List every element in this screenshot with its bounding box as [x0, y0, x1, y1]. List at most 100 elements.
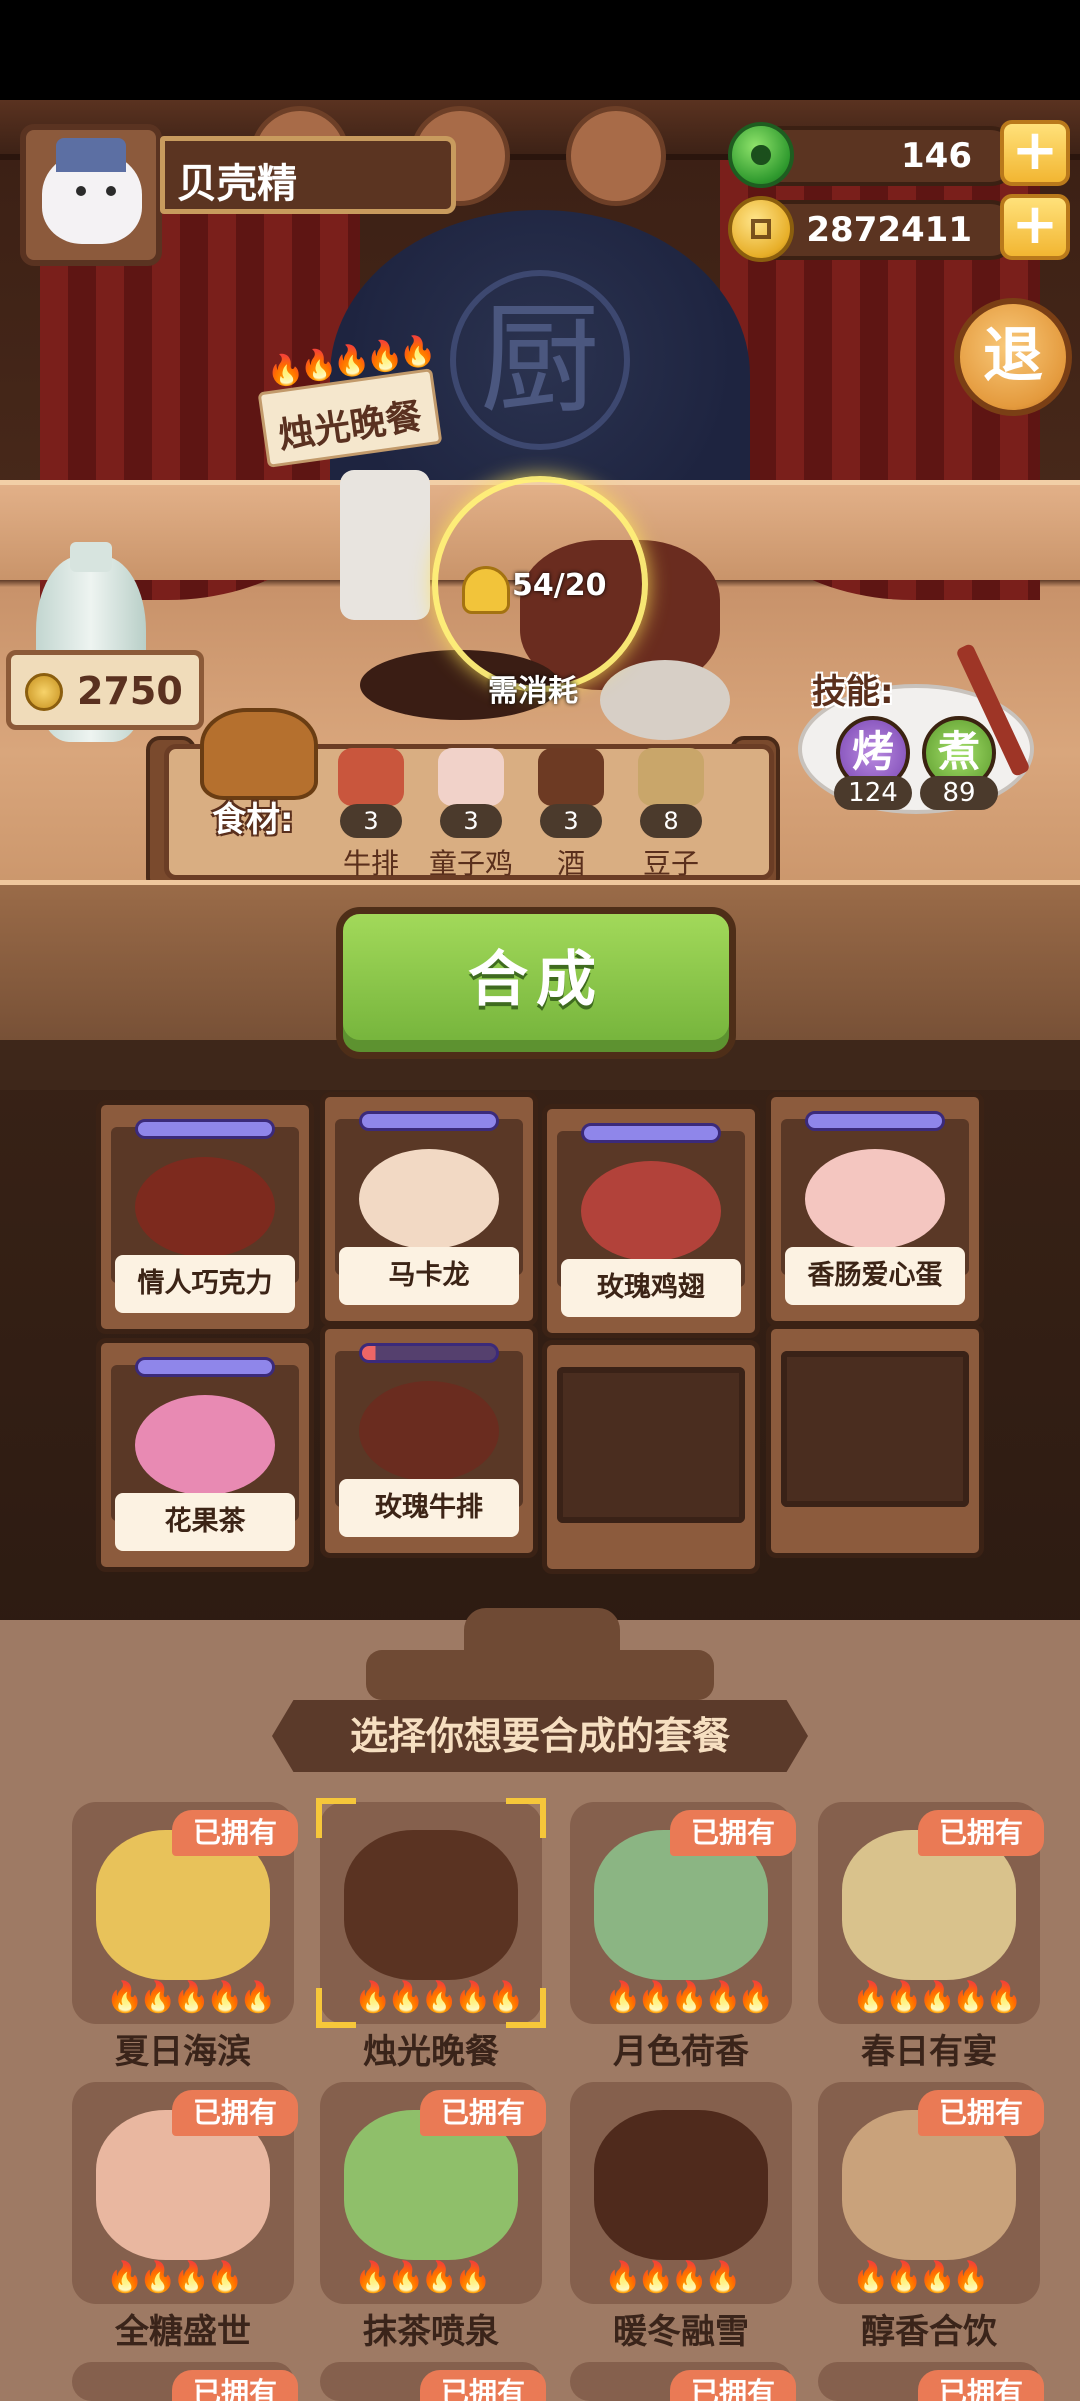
selector-title: 选择你想要合成的套餐	[272, 1700, 808, 1772]
status-bar	[0, 0, 1080, 100]
flame-rating-icons: 🔥🔥🔥🔥🔥	[106, 1980, 277, 2015]
synthesize-button[interactable]: 合成	[336, 907, 736, 1059]
coin-value: 2872411	[806, 210, 972, 250]
ingredient-count: 3	[340, 804, 402, 838]
ingredient-wine[interactable]: 3 酒	[516, 748, 626, 880]
skill-boil-value: 89	[920, 776, 998, 810]
freshness-bar	[581, 1123, 721, 1143]
dish-name: 情人巧克力	[115, 1255, 295, 1313]
dish-icon	[581, 1161, 721, 1261]
meal-card-partial[interactable]: 已拥有	[570, 2362, 796, 2401]
coin-icon	[728, 196, 794, 262]
selection-corner	[316, 1798, 356, 1838]
skill-roast-value: 124	[834, 776, 912, 810]
shelf-slot[interactable]: 情人巧克力	[96, 1100, 314, 1334]
shelf-slot[interactable]: 玫瑰牛排	[320, 1324, 538, 1558]
beam-medal-icon	[566, 106, 666, 206]
dish-name: 香肠爱心蛋	[785, 1247, 965, 1305]
owned-badge: 已拥有	[918, 2090, 1044, 2136]
eye-icon	[76, 186, 86, 196]
flame-rating-icons: 🔥🔥🔥🔥	[354, 2260, 491, 2295]
meal-name: 夏日海滨	[115, 2032, 251, 2072]
owned-badge: 已拥有	[420, 2090, 546, 2136]
add-jade-button[interactable]: +	[1000, 120, 1070, 186]
ingredient-count: 8	[640, 804, 702, 838]
owned-badge: 已拥有	[918, 2370, 1044, 2401]
flame-rating-icons: 🔥🔥🔥🔥	[106, 2260, 243, 2295]
flame-rating-icons: 🔥🔥🔥🔥🔥	[852, 1980, 1023, 2015]
dish-name: 玫瑰牛排	[339, 1479, 519, 1537]
meal-card[interactable]: 已拥有 🔥🔥🔥🔥🔥	[818, 1802, 1044, 2024]
freshness-bar	[135, 1357, 275, 1377]
shelf-slot[interactable]: 花果茶	[96, 1338, 314, 1572]
freshness-bar	[359, 1111, 499, 1131]
ingredients-label: 食材:	[212, 800, 294, 840]
jade-value: 146	[901, 136, 972, 176]
chicken-icon	[438, 748, 504, 806]
meal-card-partial[interactable]: 已拥有	[320, 2362, 546, 2401]
dish-name: 花果茶	[115, 1493, 295, 1551]
meal-name: 烛光晚餐	[363, 2032, 499, 2072]
meal-card-partial[interactable]: 已拥有	[72, 2362, 298, 2401]
meal-card[interactable]: 已拥有 🔥🔥🔥🔥	[320, 2082, 546, 2304]
cost-indicator: 54/20	[462, 566, 612, 614]
tray	[366, 1650, 714, 1700]
selection-corner	[506, 1988, 546, 2028]
shelf-slot-empty[interactable]	[542, 1340, 760, 1574]
owned-badge: 已拥有	[172, 2090, 298, 2136]
meal-card[interactable]: 🔥🔥🔥🔥	[570, 2082, 792, 2304]
owned-badge: 已拥有	[420, 2370, 546, 2401]
dish-name: 玫瑰鸡翅	[561, 1259, 741, 1317]
ingredient-name: 牛排	[342, 847, 399, 880]
selection-corner	[506, 1798, 546, 1838]
owned-badge: 已拥有	[172, 1810, 298, 1856]
price-tag: 2750	[6, 650, 204, 730]
eye-icon	[106, 186, 116, 196]
meal-card[interactable]: 已拥有 🔥🔥🔥🔥	[72, 2082, 298, 2304]
meal-card[interactable]: 已拥有 🔥🔥🔥🔥🔥	[570, 1802, 796, 2024]
beans-box-icon	[638, 748, 704, 806]
flame-rating-icons: 🔥🔥🔥🔥🔥	[604, 1980, 775, 2015]
ingredient-count: 3	[440, 804, 502, 838]
ingredient-steak[interactable]: 3 牛排	[316, 748, 426, 880]
ingredient-name: 童子鸡	[428, 847, 513, 880]
ingredient-count: 3	[540, 804, 602, 838]
owned-badge: 已拥有	[670, 2370, 796, 2401]
meal-card[interactable]: 已拥有 🔥🔥🔥🔥🔥	[72, 1802, 298, 2024]
ingredient-name: 豆子	[642, 847, 699, 880]
meal-price: 2750	[77, 669, 183, 713]
meal-card-partial[interactable]: 已拥有	[818, 2362, 1044, 2401]
freshness-bar	[359, 1343, 499, 1363]
meal-name: 醇香合饮	[861, 2312, 997, 2352]
owned-badge: 已拥有	[918, 1810, 1044, 1856]
dish-icon	[135, 1157, 275, 1257]
selection-corner	[316, 1988, 356, 2028]
steak-icon	[338, 748, 404, 806]
meal-name: 月色荷香	[613, 2032, 749, 2072]
shelf-slot-empty[interactable]	[766, 1324, 984, 1558]
ingredient-beans[interactable]: 8 豆子	[616, 748, 726, 880]
coin-icon	[25, 673, 63, 711]
meal-card[interactable]: 已拥有 🔥🔥🔥🔥	[818, 2082, 1044, 2304]
player-name-box: 贝壳精	[160, 136, 456, 214]
chef-sign-icon: 厨	[450, 270, 630, 450]
shelf-slot[interactable]: 玫瑰鸡翅	[542, 1104, 760, 1338]
meal-title: 烛光晚餐	[276, 396, 425, 457]
flame-rating-icons: 🔥🔥🔥🔥	[852, 2260, 989, 2295]
dish-icon	[359, 1381, 499, 1481]
add-coins-button[interactable]: +	[1000, 194, 1070, 260]
cost-label: 需消耗	[488, 674, 578, 709]
freshness-bar	[135, 1119, 275, 1139]
ingredient-chicken[interactable]: 3 童子鸡	[416, 748, 526, 880]
shelf-slot[interactable]: 马卡龙	[320, 1092, 538, 1326]
flame-rating-icons: 🔥🔥🔥🔥	[604, 2260, 741, 2295]
dish-name: 马卡龙	[339, 1247, 519, 1305]
bell-icon	[462, 566, 510, 614]
owned-badge: 已拥有	[172, 2370, 298, 2401]
meal-name: 春日有宴	[861, 2032, 997, 2072]
avatar[interactable]	[20, 124, 162, 266]
shelf-slot[interactable]: 香肠爱心蛋	[766, 1092, 984, 1326]
owned-badge: 已拥有	[670, 1810, 796, 1856]
exit-button[interactable]: 退	[954, 298, 1072, 416]
cost-value: 54/20	[512, 568, 607, 603]
